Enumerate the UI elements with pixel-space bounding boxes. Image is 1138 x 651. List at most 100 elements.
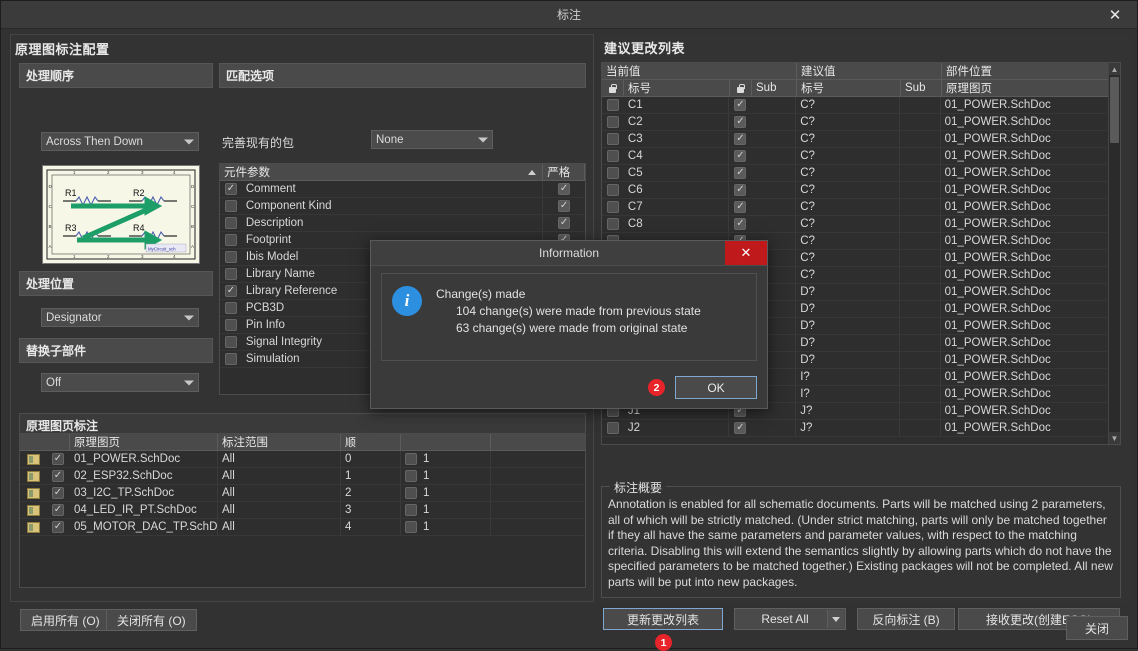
sheet-enabled-checkbox[interactable] <box>52 504 64 516</box>
suggested-designator: C? <box>800 252 815 264</box>
match-param-checkbox[interactable] <box>224 234 237 246</box>
match-param-checkbox[interactable] <box>224 217 237 229</box>
sheet-start-checkbox[interactable] <box>405 521 417 533</box>
ok-button[interactable]: OK <box>675 376 757 399</box>
match-param-checkbox[interactable] <box>224 353 237 365</box>
sheet-start-checkbox[interactable] <box>405 453 417 465</box>
col-sheet-order[interactable]: 顺 <box>341 434 401 450</box>
match-package-combo[interactable]: None <box>371 130 493 149</box>
current-lock-checkbox[interactable] <box>606 218 619 230</box>
current-lock-checkbox[interactable] <box>606 99 619 111</box>
col-current-designator[interactable]: 标号 <box>624 80 730 96</box>
match-param-checkbox[interactable] <box>224 183 237 195</box>
sheet-start-checkbox[interactable] <box>405 470 417 482</box>
reset-all-dropdown-icon[interactable] <box>827 610 844 628</box>
current-lock-checkbox[interactable] <box>606 167 619 179</box>
sheet-enabled-checkbox[interactable] <box>52 521 64 533</box>
sheet-enabled-checkbox[interactable] <box>52 487 64 499</box>
sheet-start-checkbox[interactable] <box>405 487 417 499</box>
reset-all-button[interactable]: Reset All <box>734 608 846 630</box>
change-row[interactable]: C4 C? 01_POWER.SchDoc <box>602 148 1107 165</box>
current-sub-lock-checkbox[interactable] <box>734 201 747 213</box>
information-dialog-close-icon[interactable]: ✕ <box>725 241 767 265</box>
col-suggested-sub[interactable]: Sub <box>901 80 942 96</box>
change-row[interactable]: C6 C? 01_POWER.SchDoc <box>602 182 1107 199</box>
match-param-checkbox[interactable] <box>224 251 237 263</box>
right-pane-title: 建议更改列表 <box>604 41 686 56</box>
change-row[interactable]: J2 J? 01_POWER.SchDoc <box>602 420 1107 437</box>
change-row[interactable]: C8 C? 01_POWER.SchDoc <box>602 216 1107 233</box>
sheet-enabled-checkbox[interactable] <box>52 453 64 465</box>
change-row[interactable]: C7 C? 01_POWER.SchDoc <box>602 199 1107 216</box>
order-combo[interactable]: Across Then Down <box>41 132 199 151</box>
sheet-row[interactable]: 03_I2C_TP.SchDoc All 2 1 <box>20 485 585 502</box>
col-component-parameter[interactable]: 元件参数 <box>220 164 544 180</box>
current-lock-checkbox[interactable] <box>606 184 619 196</box>
change-row[interactable]: C5 C? 01_POWER.SchDoc <box>602 165 1107 182</box>
match-param-row[interactable]: Component Kind <box>220 198 585 215</box>
schematic-sheet: 01_POWER.SchDoc <box>944 252 1051 264</box>
match-param-checkbox[interactable] <box>224 285 237 297</box>
enable-all-button[interactable]: 启用所有 (O) <box>20 609 111 631</box>
close-button[interactable]: 关闭 <box>1066 616 1128 640</box>
svg-text:R1: R1 <box>65 188 77 198</box>
match-param-row[interactable]: Description <box>220 215 585 232</box>
current-sub-lock-checkbox[interactable] <box>734 167 747 179</box>
col-sheet-scope[interactable]: 标注范围 <box>218 434 341 450</box>
left-pane-title: 原理图标注配置 <box>15 42 110 57</box>
match-param-checkbox[interactable] <box>224 336 237 348</box>
match-param-row[interactable]: Comment <box>220 181 585 198</box>
current-sub-lock-checkbox[interactable] <box>734 116 747 128</box>
match-param-strict-checkbox[interactable] <box>558 200 571 212</box>
sheet-row[interactable]: 05_MOTOR_DAC_TP.SchDoc All 4 1 <box>20 519 585 536</box>
schematic-sheet: 01_POWER.SchDoc <box>944 354 1051 366</box>
suggested-designator: D? <box>800 354 815 366</box>
match-param-strict-checkbox[interactable] <box>558 183 571 195</box>
scroll-down-icon[interactable]: ▼ <box>1109 432 1120 444</box>
current-sub-lock-checkbox[interactable] <box>734 422 747 434</box>
window-close-icon[interactable]: ✕ <box>1093 1 1137 28</box>
disable-all-button[interactable]: 关闭所有 (O) <box>106 609 197 631</box>
col-lock-current[interactable] <box>602 80 624 96</box>
match-param-checkbox[interactable] <box>224 200 237 212</box>
col-suggested-designator[interactable]: 标号 <box>797 80 901 96</box>
sheet-start-checkbox[interactable] <box>405 504 417 516</box>
current-lock-checkbox[interactable] <box>606 201 619 213</box>
col-sheet-name[interactable]: 原理图页 <box>70 434 218 450</box>
match-param-checkbox[interactable] <box>224 319 237 331</box>
sheet-enabled-checkbox[interactable] <box>52 470 64 482</box>
current-sub-lock-checkbox[interactable] <box>734 218 747 230</box>
current-sub-lock-checkbox[interactable] <box>734 184 747 196</box>
scroll-thumb[interactable] <box>1110 77 1119 143</box>
col-sheet-start[interactable] <box>401 434 491 450</box>
scroll-up-icon[interactable]: ▲ <box>1109 63 1120 75</box>
change-row[interactable]: C1 C? 01_POWER.SchDoc <box>602 97 1107 114</box>
current-lock-checkbox[interactable] <box>606 116 619 128</box>
sheet-row[interactable]: 01_POWER.SchDoc All 0 1 <box>20 451 585 468</box>
sheet-row[interactable]: 04_LED_IR_PT.SchDoc All 3 1 <box>20 502 585 519</box>
match-param-strict-checkbox[interactable] <box>558 217 571 229</box>
col-strict[interactable]: 严格 <box>543 164 585 180</box>
current-sub-lock-checkbox[interactable] <box>734 150 747 162</box>
match-param-checkbox[interactable] <box>224 302 237 314</box>
location-combo[interactable]: Designator <box>41 308 199 327</box>
current-lock-checkbox[interactable] <box>606 133 619 145</box>
suggested-designator: C? <box>800 218 815 230</box>
current-sub-lock-checkbox[interactable] <box>734 133 747 145</box>
match-param-checkbox[interactable] <box>224 268 237 280</box>
col-current-sub[interactable]: Sub <box>752 80 797 96</box>
subpart-combo[interactable]: Off <box>41 373 199 392</box>
schematic-sheet: 01_POWER.SchDoc <box>944 269 1051 281</box>
change-row[interactable]: C3 C? 01_POWER.SchDoc <box>602 131 1107 148</box>
changes-scrollbar[interactable]: ▲ ▼ <box>1108 63 1120 444</box>
suggested-designator: C? <box>800 184 815 196</box>
col-lock-sub[interactable] <box>730 80 752 96</box>
back-annotate-button[interactable]: 反向标注 (B) <box>857 608 955 630</box>
current-lock-checkbox[interactable] <box>606 422 619 434</box>
col-schematic-sheet[interactable]: 原理图页 <box>942 80 1109 96</box>
current-lock-checkbox[interactable] <box>606 150 619 162</box>
sheet-row[interactable]: 02_ESP32.SchDoc All 1 1 <box>20 468 585 485</box>
current-sub-lock-checkbox[interactable] <box>734 99 747 111</box>
update-changes-list-button[interactable]: 更新更改列表 <box>603 608 723 630</box>
change-row[interactable]: C2 C? 01_POWER.SchDoc <box>602 114 1107 131</box>
